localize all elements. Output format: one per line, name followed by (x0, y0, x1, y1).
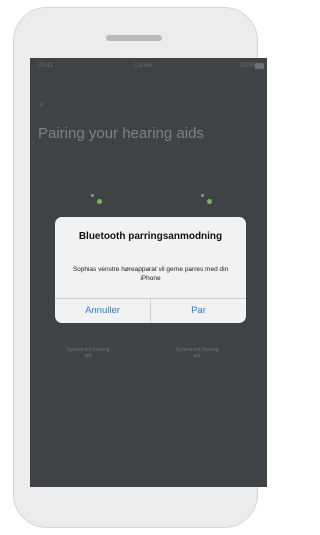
pair-button[interactable]: Par (151, 299, 246, 323)
dialog-title: Bluetooth parringsanmodning (78, 231, 223, 242)
cancel-button[interactable]: Annuller (55, 299, 150, 323)
phone-screen: 09:41 Carrier 100% ‹ Pairing your hearin… (30, 58, 267, 487)
dialog-message: Sophias venstre høreapparat vil gerne pa… (72, 266, 229, 282)
phone-speaker (106, 35, 162, 41)
bluetooth-pairing-dialog: Bluetooth parringsanmodning Sophias vens… (55, 217, 246, 323)
